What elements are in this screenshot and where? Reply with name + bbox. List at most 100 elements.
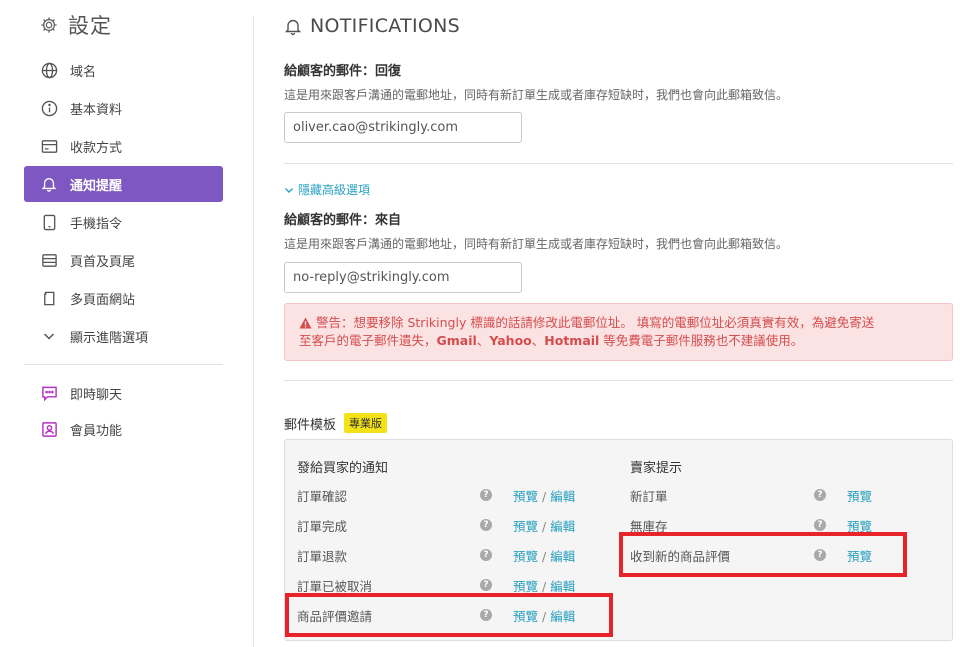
hide-advanced-options-label: 隱藏高級選項 (298, 183, 371, 197)
link-separator: / (542, 608, 547, 624)
pages-icon (40, 289, 58, 307)
preview-link[interactable]: 預覽 (513, 549, 538, 564)
sidebar-item-chat[interactable]: 即時聊天 (24, 375, 223, 411)
template-actions: 預覽 / 編輯 (513, 516, 575, 535)
divider (284, 380, 953, 381)
sidebar-item-label: 手機指令 (70, 216, 123, 232)
sidebar-item-domain[interactable]: 域名 (24, 52, 223, 88)
sidebar-item-label: 收款方式 (70, 140, 123, 156)
sidebar-item-mobile[interactable]: 手機指令 (24, 204, 223, 240)
sidebar-item-label: 基本資料 (70, 102, 123, 118)
warning-text-3: 等免費電子郵件服務也不建議使用。 (599, 333, 804, 348)
sidebar-item-label: 會員功能 (70, 423, 123, 439)
help-icon[interactable]: ? (480, 549, 492, 561)
warning-gmail: Gmail (436, 333, 477, 348)
sidebar-item-basic-info[interactable]: 基本資料 (24, 90, 223, 126)
sidebar-item-multipage[interactable]: 多頁面網站 (24, 280, 223, 316)
template-name: 無庫存 (630, 518, 668, 534)
sidebar-item-label: 通知提醒 (70, 178, 123, 194)
template-row: 訂單已被取消 ? 預覽 / 編輯 (297, 575, 597, 595)
reply-to-email-input[interactable] (284, 112, 522, 143)
edit-link[interactable]: 編輯 (550, 519, 575, 534)
globe-icon (40, 61, 58, 79)
link-separator: / (542, 518, 547, 534)
sidebar-item-header-footer[interactable]: 頁首及頁尾 (24, 242, 223, 278)
preview-link[interactable]: 預覽 (847, 486, 872, 505)
template-actions: 預覽 / 編輯 (513, 576, 575, 595)
help-icon[interactable]: ? (480, 519, 492, 531)
help-icon[interactable]: ? (814, 489, 826, 501)
link-separator: / (542, 578, 547, 594)
sidebar-item-notifications[interactable]: 通知提醒 (24, 166, 223, 202)
warning-separator: 、 (531, 333, 545, 348)
warning-separator: 、 (476, 333, 490, 348)
edit-link[interactable]: 編輯 (550, 609, 575, 624)
warning-line-1: 警告：想要移除 Strikingly 標識的話請修改此電郵位址。 填寫的電郵位址… (299, 315, 938, 333)
warning-yahoo: Yahoo (489, 333, 532, 348)
main-content: NOTIFICATIONS 給顧客的郵件：回復 這是用來跟客戶溝通的電郵地址，同… (284, 0, 954, 647)
gear-icon (40, 16, 58, 34)
template-row: 訂單確認 ? 預覽 / 編輯 (297, 485, 597, 505)
sidebar: 設定 域名 基本資料 收款方式 通知提醒 手機指令 頁首及頁尾 多頁面網站 顯示… (24, 0, 224, 647)
sidebar-item-label: 顯示進階選項 (70, 330, 149, 346)
seller-notifications-heading: 賣家提示 (630, 461, 683, 476)
email-templates-header: 郵件模板 專業版 (284, 413, 388, 433)
template-actions: 預覽 / 編輯 (513, 606, 575, 625)
edit-link[interactable]: 編輯 (550, 489, 575, 504)
sidebar-item-label: 多頁面網站 (70, 292, 136, 308)
warning-text-2: 至客戶的電子郵件遺失， (299, 333, 437, 348)
sidebar-item-membership[interactable]: 會員功能 (24, 411, 223, 447)
template-row: 商品評價邀請 ? 預覽 / 編輯 (297, 605, 597, 625)
hide-advanced-options-link[interactable]: 隱藏高級選項 (284, 181, 370, 198)
preview-link[interactable]: 預覽 (513, 489, 538, 504)
template-name: 商品評價邀請 (297, 608, 373, 624)
tablet-icon (40, 213, 58, 231)
template-row: 無庫存 ? 預覽 (630, 515, 880, 535)
help-icon[interactable]: ? (480, 579, 492, 591)
chevron-down-icon (284, 185, 294, 195)
template-row: 訂單完成 ? 預覽 / 編輯 (297, 515, 597, 535)
sidebar-header: 設定 (40, 12, 112, 38)
template-name: 訂單退款 (297, 548, 348, 564)
from-description: 這是用來跟客戶溝通的電郵地址，同時有新訂單生成或者庫存短缺时，我們也會向此郵箱致… (284, 237, 789, 251)
link-separator: / (542, 548, 547, 564)
preview-link[interactable]: 預覽 (513, 519, 538, 534)
warning-line-2: 至客戶的電子郵件遺失，Gmail、Yahoo、Hotmail 等免費電子郵件服務… (299, 333, 938, 349)
email-templates-panel: 發給買家的通知 賣家提示 訂單確認 ? 預覽 / 編輯 訂單完成 ? 預覽 / … (284, 439, 953, 641)
preview-link[interactable]: 預覽 (513, 579, 538, 594)
warning-hotmail: Hotmail (544, 333, 600, 348)
template-name: 收到新的商品評價 (630, 548, 731, 564)
help-icon[interactable]: ? (814, 519, 826, 531)
sidebar-item-payment[interactable]: 收款方式 (24, 128, 223, 164)
chevron-down-icon (40, 327, 58, 345)
help-icon[interactable]: ? (480, 489, 492, 501)
sidebar-item-label: 域名 (70, 64, 97, 80)
edit-link[interactable]: 編輯 (550, 549, 575, 564)
template-actions: 預覽 / 編輯 (513, 486, 575, 505)
preview-link[interactable]: 預覽 (513, 609, 538, 624)
template-row: 訂單退款 ? 預覽 / 編輯 (297, 545, 597, 565)
template-name: 訂單完成 (297, 518, 348, 534)
edit-link[interactable]: 編輯 (550, 579, 575, 594)
template-name: 訂單確認 (297, 488, 348, 504)
template-name: 新訂單 (630, 488, 668, 504)
warning-text-1: 警告：想要移除 Strikingly 標識的話請修改此電郵位址。 填寫的電郵位址… (316, 315, 875, 330)
preview-link[interactable]: 預覽 (847, 546, 872, 565)
chat-icon (40, 384, 58, 402)
member-icon (40, 420, 58, 438)
pro-badge: 專業版 (344, 413, 388, 433)
help-icon[interactable]: ? (814, 549, 826, 561)
sidebar-separator (253, 16, 254, 647)
layout-icon (40, 251, 58, 269)
sidebar-item-label: 頁首及頁尾 (70, 254, 136, 270)
sidebar-divider (24, 364, 223, 365)
divider (284, 163, 953, 164)
help-icon[interactable]: ? (480, 609, 492, 621)
info-icon (40, 99, 58, 117)
bell-icon (40, 175, 58, 193)
sidebar-item-advanced[interactable]: 顯示進階選項 (24, 318, 223, 354)
from-email-input[interactable] (284, 262, 522, 293)
preview-link[interactable]: 預覽 (847, 516, 872, 535)
link-separator: / (542, 488, 547, 504)
bell-icon (284, 17, 302, 35)
